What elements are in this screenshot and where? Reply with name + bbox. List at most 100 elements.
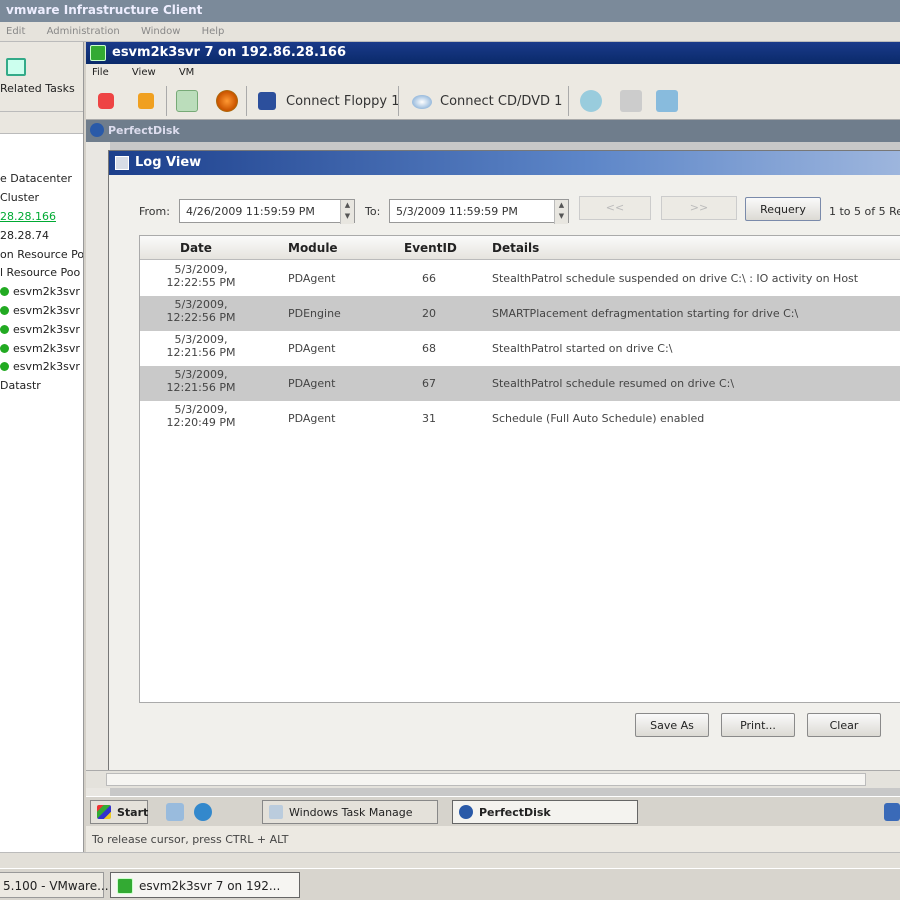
- cell-module: PDAgent: [288, 377, 336, 390]
- toolbar-separator: [166, 86, 167, 116]
- guest-console[interactable]: PerfectDisk Log View From: 4/26/2009 11:…: [86, 120, 900, 796]
- taskbar-item-vm-console[interactable]: esvm2k3svr 7 on 192...: [110, 872, 300, 898]
- suspend-icon[interactable]: [138, 93, 154, 109]
- log-view-icon: [115, 156, 129, 170]
- tree-item-vm[interactable]: esvm2k3svr: [0, 360, 80, 373]
- previous-page-button[interactable]: <<: [579, 196, 651, 220]
- vm-menu-view[interactable]: View: [132, 67, 156, 78]
- tree-item-cluster[interactable]: Cluster: [0, 191, 39, 204]
- cell-details: Schedule (Full Auto Schedule) enabled: [492, 412, 705, 425]
- connect-cd-button[interactable]: Connect CD/DVD 1: [440, 94, 562, 109]
- outer-status-strip: [0, 852, 900, 868]
- task-manager-icon: [269, 805, 283, 819]
- left-toolbar: [0, 112, 83, 134]
- table-row[interactable]: 5/3/2009, 12:21:56 PM PDAgent 68 Stealth…: [140, 331, 900, 366]
- vm-menu-vm[interactable]: VM: [179, 67, 194, 78]
- vm-menu-file[interactable]: File: [92, 67, 109, 78]
- tree-item-vm-label: esvm2k3svr: [13, 323, 80, 336]
- perfectdisk-sidebar: [86, 142, 110, 796]
- vm-icon: [117, 878, 133, 894]
- taskbar-item-vsphere[interactable]: 5.100 - VMware...: [0, 872, 109, 898]
- tree-item-vm[interactable]: esvm2k3svr: [0, 285, 80, 298]
- related-tasks-label: Related Tasks: [0, 82, 75, 95]
- perfectdisk-label: PerfectDisk: [479, 806, 551, 819]
- from-date-input[interactable]: 4/26/2009 11:59:59 PM ▲ ▼: [179, 199, 355, 224]
- tree-item-resource-pool[interactable]: l Resource Poo: [0, 266, 80, 279]
- perfectdisk-window-title: PerfectDisk: [86, 120, 900, 142]
- cell-date: 5/3/2009, 12:21:56 PM: [166, 368, 236, 394]
- from-date-spinner[interactable]: ▲ ▼: [340, 200, 354, 224]
- to-date-value: 5/3/2009 11:59:59 PM: [396, 205, 518, 218]
- scrollbar-thumb[interactable]: [106, 773, 866, 786]
- tray-icon[interactable]: [884, 803, 900, 821]
- snapshot-icon[interactable]: [580, 90, 602, 112]
- start-button[interactable]: Start: [90, 800, 148, 824]
- internet-explorer-icon[interactable]: [194, 803, 212, 821]
- table-row[interactable]: 5/3/2009, 12:20:49 PM PDAgent 31 Schedul…: [140, 401, 900, 436]
- tree-item-vm[interactable]: esvm2k3svr: [0, 323, 80, 336]
- perfectdisk-icon: [90, 123, 104, 137]
- host-taskbar: 5.100 - VMware... esvm2k3svr 7 on 192...: [0, 868, 900, 900]
- snapshot-manager-icon[interactable]: [656, 90, 678, 112]
- revert-snapshot-icon[interactable]: [620, 90, 642, 112]
- to-date-spinner[interactable]: ▲ ▼: [554, 200, 568, 224]
- column-header-date[interactable]: Date: [180, 241, 212, 255]
- floppy-icon[interactable]: [258, 92, 276, 110]
- perfectdisk-icon: [459, 805, 473, 819]
- menu-edit[interactable]: Edit: [6, 26, 25, 37]
- next-page-button[interactable]: >>: [661, 196, 737, 220]
- tree-item-vm-label: esvm2k3svr: [13, 304, 80, 317]
- cell-date: 5/3/2009, 12:22:56 PM: [166, 298, 236, 324]
- tree-item-vm[interactable]: esvm2k3svr: [0, 342, 80, 355]
- menu-administration[interactable]: Administration: [47, 26, 120, 37]
- tree-item-datastore[interactable]: Datastr: [0, 379, 41, 392]
- vm-on-icon: [0, 362, 9, 371]
- power-off-icon[interactable]: [98, 93, 114, 109]
- table-row[interactable]: 5/3/2009, 12:22:55 PM PDAgent 66 Stealth…: [140, 261, 900, 296]
- horizontal-scrollbar[interactable]: [86, 770, 900, 788]
- tree-item-host-selected[interactable]: 28.28.166: [0, 210, 56, 223]
- log-view-title: Log View: [109, 151, 900, 175]
- vm-title-text: esvm2k3svr 7 on 192.86.28.166: [112, 45, 347, 60]
- vm-on-icon: [0, 287, 9, 296]
- taskbar-item-perfectdisk[interactable]: PerfectDisk: [452, 800, 638, 824]
- cell-eventid: 20: [422, 307, 436, 320]
- requery-button[interactable]: Requery: [745, 197, 821, 221]
- toolbar-separator: [246, 86, 247, 116]
- vm-on-icon: [0, 325, 9, 334]
- cell-date: 5/3/2009, 12:22:55 PM: [166, 263, 236, 289]
- cell-eventid: 31: [422, 412, 436, 425]
- menu-help[interactable]: Help: [202, 26, 225, 37]
- cell-details: SMARTPlacement defragmentation starting …: [492, 307, 799, 320]
- cell-details: StealthPatrol started on drive C:\: [492, 342, 673, 355]
- show-desktop-icon[interactable]: [166, 803, 184, 821]
- related-tasks[interactable]: Related Tasks: [0, 42, 83, 112]
- to-date-input[interactable]: 5/3/2009 11:59:59 PM ▲ ▼: [389, 199, 569, 224]
- task-manager-label: Windows Task Manage: [289, 806, 413, 819]
- tree-item-datacenter[interactable]: e Datacenter: [0, 172, 72, 185]
- tree-item-host[interactable]: 28.28.74: [0, 229, 49, 242]
- clear-button[interactable]: Clear: [807, 713, 881, 737]
- save-as-button[interactable]: Save As: [635, 713, 709, 737]
- column-header-details[interactable]: Details: [492, 241, 539, 255]
- print-button[interactable]: Print...: [721, 713, 795, 737]
- table-row[interactable]: 5/3/2009, 12:22:56 PM PDEngine 20 SMARTP…: [140, 296, 900, 331]
- start-label: Start: [117, 806, 149, 819]
- taskbar-item-task-manager[interactable]: Windows Task Manage: [262, 800, 438, 824]
- menu-window[interactable]: Window: [141, 26, 180, 37]
- tree-item-resource-pool[interactable]: on Resource Po: [0, 248, 83, 261]
- column-header-module[interactable]: Module: [288, 241, 338, 255]
- cell-eventid: 68: [422, 342, 436, 355]
- cell-module: PDAgent: [288, 412, 336, 425]
- cd-icon[interactable]: [412, 95, 432, 109]
- cell-eventid: 66: [422, 272, 436, 285]
- related-tasks-icon: [6, 58, 26, 76]
- from-label: From:: [139, 205, 170, 218]
- tree-item-vm[interactable]: esvm2k3svr: [0, 304, 80, 317]
- connect-floppy-button[interactable]: Connect Floppy 1: [286, 94, 400, 109]
- cell-date: 5/3/2009, 12:20:49 PM: [166, 403, 236, 429]
- reset-icon[interactable]: [216, 90, 238, 112]
- column-header-eventid[interactable]: EventID: [404, 241, 457, 255]
- table-row[interactable]: 5/3/2009, 12:21:56 PM PDAgent 67 Stealth…: [140, 366, 900, 401]
- power-on-icon[interactable]: [176, 90, 198, 112]
